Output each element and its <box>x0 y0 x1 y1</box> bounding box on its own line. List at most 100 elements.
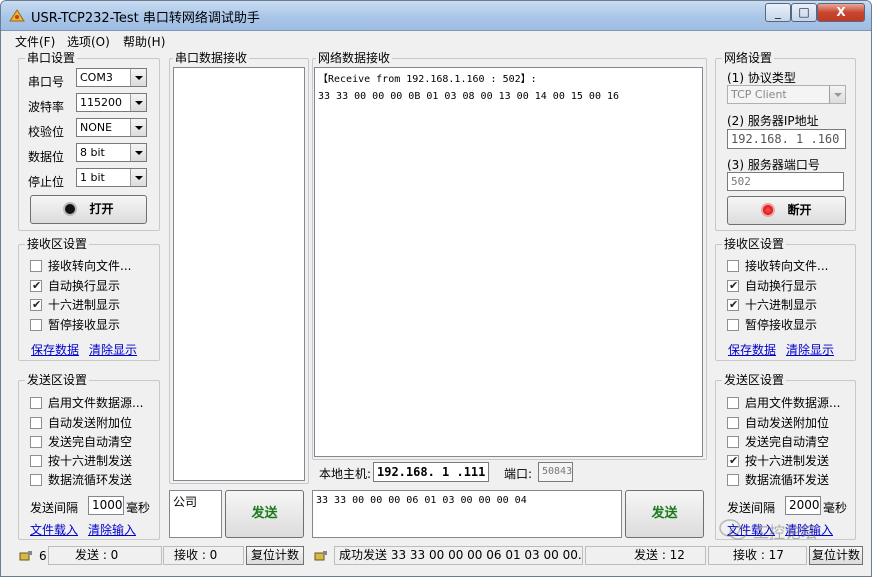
serial-status-icon <box>19 551 32 561</box>
serial-settings-title: 串口设置 <box>25 50 78 66</box>
checkbox-box <box>30 417 42 429</box>
network-receive-textarea[interactable]: 【Receive from 192.168.1.160 : 502】: 33 3… <box>314 67 703 457</box>
local-port-label: 端口: <box>504 467 533 481</box>
right-interval-input[interactable]: 2000 <box>785 496 821 515</box>
local-host-ip: 192.168. 1 .111 <box>373 462 489 482</box>
server-port-label: (3) 服务器端口号 <box>727 158 820 172</box>
checkbox-box <box>30 297 42 313</box>
checkbox-label: 发送完自动清空 <box>48 435 133 449</box>
serial-recv-count: 接收 : 0 <box>163 546 244 565</box>
serial-status-number: 6 <box>39 549 47 563</box>
title-bar: USR-TCP232-Test 串口转网络调试助手 _ □ X <box>1 1 871 31</box>
stopbits-select[interactable]: 1 bit <box>76 168 147 187</box>
left-receive-settings-group: 接收区设置 接收转向文件... 自动换行显示 十六进制显示 暂停接收显示 保存数… <box>18 236 160 361</box>
checkbox-label: 十六进制显示 <box>745 298 818 312</box>
server-port-input[interactable]: 502 <box>727 172 844 191</box>
checkbox-box <box>30 278 42 294</box>
server-ip-input[interactable]: 192.168. 1 .160 <box>727 129 846 149</box>
network-reset-count-button[interactable]: 复位计数 <box>809 546 863 565</box>
checkbox-label: 按十六进制发送 <box>48 454 133 468</box>
open-port-label: 打开 <box>89 202 114 216</box>
checkbox-label: 发送完自动清空 <box>745 435 830 449</box>
chevron-down-icon <box>130 69 146 86</box>
maximize-button[interactable]: □ <box>791 3 817 22</box>
databits-label: 数据位 <box>28 150 65 164</box>
left-interval-input[interactable]: 1000 <box>88 496 124 515</box>
checkbox-box <box>727 260 739 272</box>
local-host-label: 本地主机: <box>319 467 372 481</box>
disconnect-label: 断开 <box>787 203 812 217</box>
serial-send-count: 发送 : 0 <box>48 546 162 565</box>
network-send-input[interactable]: 33 33 00 00 00 06 01 03 00 00 00 04 <box>312 490 622 538</box>
serial-receive-title: 串口数据接收 <box>173 50 250 66</box>
network-receive-group: 网络数据接收 【Receive from 192.168.1.160 : 502… <box>312 50 707 460</box>
serial-reset-count-button[interactable]: 复位计数 <box>246 546 304 565</box>
serial-receive-group: 串口数据接收 <box>169 50 309 484</box>
chevron-down-icon <box>130 144 146 161</box>
checkbox-box <box>30 436 42 448</box>
local-port-value: 50843 <box>538 462 573 482</box>
open-port-button[interactable]: 打开 <box>30 195 147 224</box>
checkbox-box <box>727 417 739 429</box>
left-interval-label: 发送间隔 <box>30 501 79 515</box>
close-button[interactable]: X <box>817 3 865 22</box>
checkbox-label: 启用文件数据源... <box>745 396 841 410</box>
databits-value: 8 bit <box>80 146 105 159</box>
checkbox-label: 自动换行显示 <box>745 279 818 293</box>
right-clear-display-link[interactable]: 清除显示 <box>786 341 834 358</box>
checkbox-box <box>727 453 739 469</box>
checkbox-box <box>30 474 42 486</box>
checkbox-label: 十六进制显示 <box>48 298 121 312</box>
checkbox-label: 自动发送附加位 <box>48 416 133 430</box>
left-save-data-link[interactable]: 保存数据 <box>31 341 79 358</box>
disconnect-button[interactable]: 断开 <box>727 196 846 225</box>
port-select[interactable]: COM3 <box>76 68 147 87</box>
right-receive-settings-group: 接收区设置 接收转向文件... 自动换行显示 十六进制显示 暂停接收显示 保存数… <box>715 236 856 361</box>
serial-send-button[interactable]: 发送 <box>225 490 304 538</box>
serial-send-input[interactable]: 公司 <box>169 490 222 538</box>
protocol-select[interactable]: TCP Client <box>727 85 846 104</box>
right-save-data-link[interactable]: 保存数据 <box>728 341 776 358</box>
receive-header-line: 【Receive from 192.168.1.160 : 502】: <box>318 74 537 85</box>
checkbox-box <box>30 319 42 331</box>
watermark-text: 工控论坛 <box>753 523 818 542</box>
right-interval-unit: 毫秒 <box>823 501 848 515</box>
watermark: 工控论坛 <box>719 515 849 547</box>
checkbox-box <box>30 397 42 409</box>
chevron-down-icon <box>130 169 146 186</box>
network-status-message: 成功发送 33 33 00 00 00 06 01 03 00 00... <box>334 546 583 565</box>
checkbox-box <box>727 436 739 448</box>
menu-bar: 文件(F) 选项(O) 帮助(H) <box>1 31 871 50</box>
chevron-down-icon <box>130 94 146 111</box>
serial-receive-textarea[interactable] <box>173 67 305 481</box>
left-receive-settings-title: 接收区设置 <box>25 236 90 252</box>
network-send-button[interactable]: 发送 <box>625 490 704 538</box>
stopbits-value: 1 bit <box>80 171 105 184</box>
databits-select[interactable]: 8 bit <box>76 143 147 162</box>
status-led-icon <box>63 202 78 216</box>
checkbox-label: 数据流循环发送 <box>745 473 830 487</box>
left-clear-display-link[interactable]: 清除显示 <box>89 341 137 358</box>
checkbox-label: 接收转向文件... <box>745 259 829 273</box>
minimize-button[interactable]: _ <box>765 3 791 22</box>
menu-help[interactable]: 帮助(H) <box>123 33 165 50</box>
port-label: 串口号 <box>28 75 65 89</box>
parity-select[interactable]: NONE <box>76 118 147 137</box>
checkbox-box <box>727 319 739 331</box>
network-settings-group: 网络设置 (1) 协议类型 TCP Client (2) 服务器IP地址 192… <box>715 50 856 231</box>
menu-options[interactable]: 选项(O) <box>67 33 110 50</box>
left-clear-input-link[interactable]: 清除输入 <box>88 521 136 538</box>
wechat-logo-icon <box>719 519 747 540</box>
parity-value: NONE <box>80 121 113 134</box>
status-bar: 6 发送 : 0 接收 : 0 复位计数 成功发送 33 33 00 00 00… <box>1 544 871 576</box>
menu-file[interactable]: 文件(F) <box>15 33 55 50</box>
baud-select[interactable]: 115200 <box>76 93 147 112</box>
chevron-down-icon <box>829 86 845 103</box>
network-receive-title: 网络数据接收 <box>316 50 393 66</box>
checkbox-box <box>727 397 739 409</box>
checkbox-box <box>727 297 739 313</box>
chevron-down-icon <box>130 119 146 136</box>
left-file-load-link[interactable]: 文件载入 <box>30 521 78 538</box>
network-settings-title: 网络设置 <box>722 50 775 66</box>
left-send-settings-title: 发送区设置 <box>25 372 90 388</box>
